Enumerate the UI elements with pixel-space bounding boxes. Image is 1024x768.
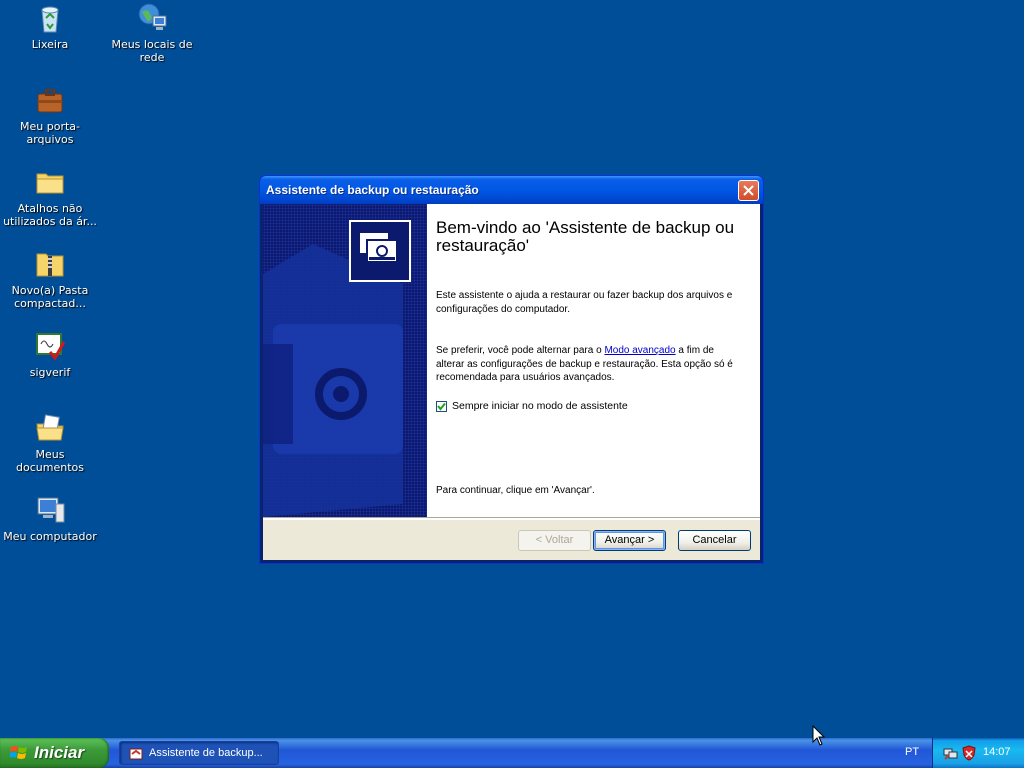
desktop-icon-label: Meu porta-arquivos xyxy=(20,120,80,146)
advanced-mode-link[interactable]: Modo avançado xyxy=(604,345,675,356)
advanced-mode-paragraph: Se preferir, você pode alternar para o M… xyxy=(436,344,741,385)
start-label: Iniciar xyxy=(34,743,85,762)
folder-icon xyxy=(36,173,64,194)
advanced-mode-text-before: Se preferir, você pode alternar para o xyxy=(436,345,605,356)
wizard-content: Bem-vindo ao 'Assistente de backup ou re… xyxy=(349,204,760,517)
wizard-heading: Bem-vindo ao 'Assistente de backup ou re… xyxy=(436,218,735,255)
desktop-icon-label: Lixeira xyxy=(31,38,69,51)
language-indicator[interactable]: PT xyxy=(905,746,919,758)
desktop-icon-label: Meus locais de rede xyxy=(111,38,193,64)
security-shield-icon[interactable] xyxy=(961,745,977,761)
desktop-icon-sigverif[interactable]: sigverif xyxy=(2,330,98,379)
desktop-icon-zip-folder[interactable]: Novo(a) Pasta compactad... xyxy=(2,248,98,310)
desktop-icon-my-documents[interactable]: Meus documentos xyxy=(2,412,98,474)
network-activity-icon[interactable] xyxy=(943,745,959,761)
zip-folder-icon xyxy=(36,253,64,277)
desktop-icon-label: Meus documentos xyxy=(16,448,84,474)
mouse-cursor-icon xyxy=(812,725,826,746)
desktop-icon-recycle-bin[interactable]: Lixeira xyxy=(2,2,98,51)
button-separator xyxy=(263,517,760,520)
next-button[interactable]: Avançar > xyxy=(593,530,666,551)
start-button[interactable]: Iniciar xyxy=(0,738,109,768)
desktop-icon-label: Novo(a) Pasta compactad... xyxy=(11,284,89,310)
clock[interactable]: 14:07 xyxy=(983,746,1011,758)
wizard-intro: Este assistente o ajuda a restaurar ou f… xyxy=(436,290,733,315)
desktop-icon-folder[interactable]: Atalhos não utilizados da ár... xyxy=(2,166,98,228)
always-wizard-checkbox[interactable] xyxy=(436,400,447,412)
always-wizard-option[interactable]: Sempre iniciar no modo de assistente xyxy=(436,400,628,412)
briefcase-icon xyxy=(37,89,63,113)
recycle-bin-icon xyxy=(41,6,59,33)
my-computer-icon xyxy=(37,497,65,523)
system-tray: 14:07 xyxy=(932,738,1024,768)
desktop-icon-briefcase[interactable]: Meu porta-arquivos xyxy=(2,84,98,146)
title-bar[interactable]: Assistente de backup ou restauração xyxy=(260,176,763,204)
close-icon xyxy=(743,185,754,196)
my-documents-icon xyxy=(36,414,64,441)
back-button[interactable]: < Voltar xyxy=(518,530,591,551)
close-button[interactable] xyxy=(738,180,759,201)
dialog-body: Bem-vindo ao 'Assistente de backup ou re… xyxy=(263,204,760,560)
window-title: Assistente de backup ou restauração xyxy=(266,183,479,197)
sigverif-icon xyxy=(36,333,66,361)
desktop-icon-network-places[interactable]: Meus locais de rede xyxy=(104,2,200,64)
checkmark-icon xyxy=(437,402,446,411)
always-wizard-label: Sempre iniciar no modo de assistente xyxy=(452,400,628,412)
desktop-icon-my-computer[interactable]: Meu computador xyxy=(2,494,98,543)
network-places-icon xyxy=(138,3,167,30)
desktop-icon-label: sigverif xyxy=(29,366,71,379)
taskbar-item-backup-wizard[interactable]: Assistente de backup... xyxy=(119,741,279,765)
backup-wizard-window: Assistente de backup ou restauração Bem-… xyxy=(259,175,764,564)
continue-instruction: Para continuar, clique em 'Avançar'. xyxy=(436,485,595,496)
backup-wizard-icon xyxy=(129,748,143,760)
cancel-button[interactable]: Cancelar xyxy=(678,530,751,551)
windows-logo-icon xyxy=(10,746,27,759)
taskbar-item-label: Assistente de backup... xyxy=(149,747,263,759)
desktop-icon-label: Meu computador xyxy=(3,530,97,543)
desktop-icon-label: Atalhos não utilizados da ár... xyxy=(3,202,97,228)
backup-icon xyxy=(349,220,411,282)
taskbar: Iniciar Assistente de backup... PT 14:07 xyxy=(0,738,1024,768)
